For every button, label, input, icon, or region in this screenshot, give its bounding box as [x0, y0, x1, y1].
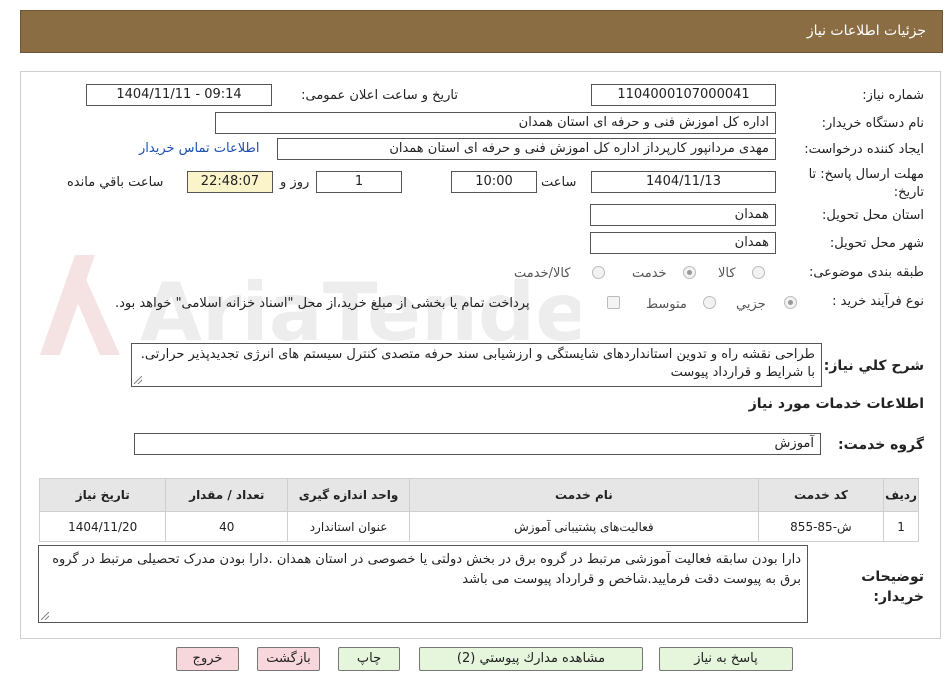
need-number-label: شماره نیاز:: [862, 88, 924, 103]
buyer-notes-label: توضیحات خریدار:: [861, 569, 924, 605]
description-textarea[interactable]: طراحی نقشه راه و تدوین استانداردهای شایس…: [131, 343, 822, 387]
category-radio-goods[interactable]: [752, 266, 765, 279]
category-label: طبقه بندی موضوعی:: [808, 265, 924, 280]
announce-label: تاریخ و ساعت اعلان عمومی:: [301, 88, 458, 103]
service-group-label: گروه خدمت:: [838, 437, 924, 453]
exit-button[interactable]: خروج: [176, 647, 239, 671]
treasury-checkbox[interactable]: [607, 296, 620, 309]
resize-grip-icon[interactable]: [134, 376, 142, 384]
cell-unit: عنوان استاندارد: [287, 511, 410, 542]
deadline-days-field: 1: [316, 171, 402, 193]
deadline-label: مهلت ارسال پاسخ: تا تاریخ:: [808, 167, 924, 200]
cell-service-name: فعالیت‌های پشتیبانی آموزش: [409, 511, 759, 542]
services-section-title: اطلاعات خدمات مورد نياز: [748, 396, 924, 412]
table-header-row: تاریخ نیاز تعداد / مقدار واحد اندازه گیر…: [38, 478, 919, 512]
buyer-notes-text: دارا بودن سابقه فعالیت آموزشی مرتبط در گ…: [52, 552, 801, 587]
col-service-name: نام خدمت: [409, 478, 759, 512]
category-option-service: خدمت: [632, 266, 667, 281]
deadline-days-label: روز و: [280, 175, 310, 190]
process-option-medium: متوسط: [646, 297, 687, 312]
city-field: همدان: [590, 232, 776, 254]
cell-service-code: ش-85-855: [757, 511, 885, 542]
province-field: همدان: [590, 204, 776, 226]
reply-button[interactable]: پاسخ به نیاز: [659, 647, 793, 671]
category-option-goods: کالا: [718, 266, 736, 281]
service-group-field: آموزش: [134, 433, 821, 455]
category-option-both: کالا/خدمت: [514, 266, 571, 281]
cell-need-date: 1404/11/20: [38, 511, 167, 542]
col-row-number: ردیف: [883, 478, 919, 512]
process-option-minor: جزيي: [736, 297, 766, 312]
remaining-time-label: ساعت باقي مانده: [67, 175, 164, 190]
buyer-org-field: اداره کل اموزش فنی و حرفه ای استان همدان: [215, 112, 776, 134]
treasury-note: پرداخت تمام یا بخشی از مبلغ خرید،از محل …: [115, 296, 530, 311]
deadline-time-label: ساعت: [541, 175, 577, 190]
buyer-notes-textarea[interactable]: دارا بودن سابقه فعالیت آموزشی مرتبط در گ…: [38, 545, 808, 623]
print-button[interactable]: چاپ: [338, 647, 400, 671]
category-radio-service[interactable]: [683, 266, 696, 279]
province-label: استان محل تحویل:: [822, 208, 924, 223]
process-radio-minor[interactable]: [784, 296, 797, 309]
category-radio-both[interactable]: [592, 266, 605, 279]
back-button[interactable]: بازگشت: [257, 647, 320, 671]
description-label: شرح كلي نياز:: [823, 358, 924, 374]
requester-label: ایجاد کننده درخواست:: [804, 142, 924, 157]
deadline-date-field: 1404/11/13: [591, 171, 776, 193]
process-label: نوع فرآیند خرید :: [832, 294, 924, 309]
page-title: جزئیات اطلاعات نیاز: [806, 23, 926, 39]
cell-row-number: 1: [883, 511, 919, 542]
announce-field: 1404/11/11 - 09:14: [86, 84, 272, 106]
col-quantity: تعداد / مقدار: [165, 478, 289, 512]
buyer-org-label: نام دستگاه خریدار:: [821, 116, 924, 131]
remaining-time-field: 22:48:07: [187, 171, 273, 193]
col-service-code: کد خدمت: [757, 478, 885, 512]
process-radio-medium[interactable]: [703, 296, 716, 309]
page-header: جزئیات اطلاعات نیاز: [20, 10, 943, 53]
services-table: تاریخ نیاز تعداد / مقدار واحد اندازه گیر…: [38, 478, 919, 542]
table-row: 1404/11/20 40 عنوان استاندارد فعالیت‌های…: [38, 511, 919, 542]
requester-field: مهدی مردانپور کارپرداز اداره کل اموزش فن…: [277, 138, 776, 160]
buyer-contact-link[interactable]: اطلاعات تماس خریدار: [139, 141, 259, 156]
description-text: طراحی نقشه راه و تدوین استانداردهای شایس…: [140, 347, 815, 380]
col-need-date: تاریخ نیاز: [38, 478, 167, 512]
need-number-field: 1104000107000041: [591, 84, 776, 106]
city-label: شهر محل تحویل:: [829, 236, 924, 251]
cell-quantity: 40: [165, 511, 289, 542]
deadline-time-field: 10:00: [451, 171, 537, 193]
col-unit: واحد اندازه گیری: [287, 478, 410, 512]
view-documents-button[interactable]: مشاهده مدارك پيوستي (2): [419, 647, 643, 671]
resize-grip-icon[interactable]: [41, 612, 49, 620]
